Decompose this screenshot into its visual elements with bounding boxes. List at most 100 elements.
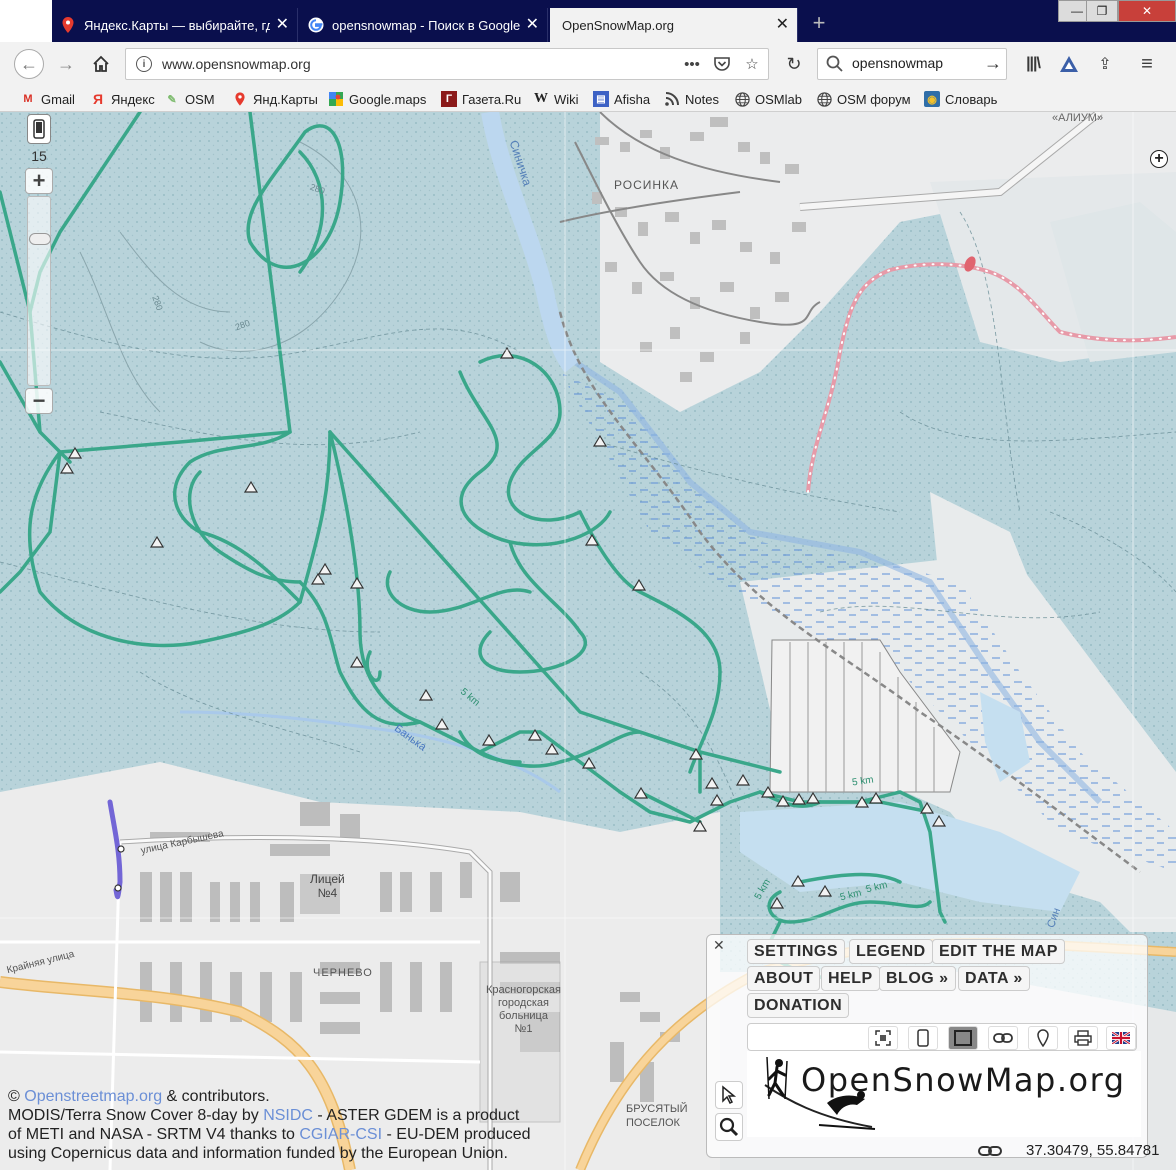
new-tab-button[interactable]: +: [806, 8, 832, 38]
about-button[interactable]: ABOUT: [747, 966, 821, 991]
map-view[interactable]: Синичка РОСИНКА «АЛИУМ» Банька Лицей №4 …: [0, 112, 1176, 1170]
close-tab-icon[interactable]: ✕: [526, 17, 539, 33]
bookmark-gmail[interactable]: M Gmail: [20, 90, 75, 108]
close-tab-icon[interactable]: ✕: [776, 17, 789, 33]
school-label: Лицей №4: [310, 872, 345, 900]
attribution-text: of METI and NASA - SRTM V4 thanks to: [8, 1126, 300, 1143]
tab-google-search[interactable]: opensnowmap - Поиск в Google ✕: [300, 8, 548, 42]
zoom-slider[interactable]: [27, 196, 51, 386]
legend-button[interactable]: LEGEND: [849, 939, 933, 964]
extension-upload-button[interactable]: ⇪: [1092, 50, 1118, 78]
site-info-icon[interactable]: i: [136, 56, 152, 72]
bookmark-label: Янд.Карты: [253, 91, 318, 107]
village-label: РОСИНКА: [614, 178, 680, 192]
zoom-in-button[interactable]: +: [25, 168, 53, 194]
tab-opensnowmap[interactable]: OpenSnowMap.org ✕: [550, 8, 798, 42]
bookmark-osmlab[interactable]: OSMlab: [734, 90, 802, 108]
mobile-button[interactable]: [908, 1026, 938, 1050]
bookmark-google-maps[interactable]: Google.maps: [328, 90, 426, 108]
settings-button[interactable]: SETTINGS: [747, 939, 846, 964]
fullscreen-button[interactable]: [868, 1026, 898, 1050]
back-button[interactable]: ←: [14, 49, 44, 79]
library-icon: |||\: [1026, 55, 1041, 72]
dictionary-icon: ◉: [924, 91, 940, 107]
pocket-icon[interactable]: [712, 54, 732, 74]
bookmark-afisha[interactable]: ▤ Afisha: [593, 90, 650, 108]
triangle-extension-icon: [1060, 56, 1078, 72]
close-tab-icon[interactable]: ✕: [276, 17, 289, 33]
address-bar[interactable]: i www.opensnowmap.org ••• ☆: [125, 48, 769, 80]
nsidc-link[interactable]: NSIDC: [263, 1107, 313, 1124]
hospital-label: Красногорская городская больница №1: [486, 984, 561, 1035]
reload-icon: ↻: [786, 53, 802, 74]
home-button[interactable]: [87, 50, 115, 78]
search-input[interactable]: [852, 55, 972, 71]
reload-button[interactable]: ↻: [780, 50, 808, 78]
navigation-bar: ← → i www.opensnowmap.org ••• ☆ ↻ → |||\…: [0, 42, 1176, 86]
cgiar-link[interactable]: CGIAR-CSI: [299, 1126, 382, 1143]
bookmark-yandex-maps[interactable]: Янд.Карты: [232, 90, 318, 108]
mobile-icon: [917, 1029, 929, 1047]
attribution-text: - EU-DEM produced: [382, 1126, 531, 1143]
zoom-out-button[interactable]: −: [25, 388, 53, 414]
bookmark-label: Afisha: [614, 91, 651, 107]
bookmark-gazeta[interactable]: Г Газета.Ru: [441, 90, 521, 108]
data-button[interactable]: DATA »: [958, 966, 1030, 991]
yandex-icon: Я: [92, 91, 104, 107]
forward-button[interactable]: →: [52, 50, 80, 78]
extension-button[interactable]: [1056, 50, 1082, 78]
mobile-view-button[interactable]: [27, 114, 51, 144]
tab-title: opensnowmap - Поиск в Google: [332, 17, 520, 33]
osm-link[interactable]: Openstreetmap.org: [24, 1088, 162, 1105]
collapse-panel-icon[interactable]: ✕: [713, 937, 725, 954]
library-button[interactable]: |||\: [1020, 50, 1046, 78]
bookmark-dictionary[interactable]: ◉ Словарь: [924, 90, 997, 108]
bookmark-label: Газета.Ru: [462, 91, 522, 107]
tab-strip-lead: [0, 0, 52, 42]
settlement-label: БРУСЯТЫЙ ПОСЕЛОК: [626, 1103, 688, 1129]
language-button[interactable]: [1106, 1026, 1136, 1050]
bookmark-wiki[interactable]: W Wiki: [533, 90, 579, 108]
bookmark-notes[interactable]: Notes: [664, 90, 719, 108]
donation-button[interactable]: DONATION: [747, 993, 850, 1018]
osm-icon: ✎: [167, 93, 177, 106]
page-actions-icon[interactable]: •••: [682, 54, 702, 74]
blog-button[interactable]: BLOG »: [879, 966, 956, 991]
search-bar[interactable]: →: [817, 48, 1007, 80]
search-go-icon[interactable]: →: [984, 53, 1002, 74]
search-tool-button[interactable]: [715, 1113, 743, 1141]
zoom-slider-handle[interactable]: [29, 233, 51, 245]
menu-button[interactable]: ≡: [1134, 50, 1160, 78]
marker-button[interactable]: [1028, 1026, 1058, 1050]
bookmark-label: Wiki: [554, 91, 579, 107]
edit-map-button[interactable]: EDIT THE MAP: [932, 939, 1065, 964]
url-text: www.opensnowmap.org: [162, 56, 311, 72]
bookmarks-toolbar: M Gmail Я Яндекс ✎ OSM Янд.Карты Google.map…: [0, 86, 1176, 112]
attribution-text: & contributors.: [162, 1088, 270, 1105]
bookmark-yandex[interactable]: Я Яндекс: [90, 90, 155, 108]
zoom-level: 15: [31, 148, 47, 164]
globe-icon: [816, 91, 832, 107]
link-icon[interactable]: [978, 1143, 1002, 1159]
frame-button[interactable]: [948, 1026, 978, 1050]
bookmark-star-icon[interactable]: ☆: [742, 54, 762, 74]
google-icon: [308, 17, 324, 33]
tab-yandex-maps[interactable]: Яндекс.Карты — выбирайте, где ✕: [52, 8, 298, 42]
tab-strip: Яндекс.Карты — выбирайте, где ✕ opensnow…: [0, 0, 1176, 42]
opensnowmap-logo[interactable]: OpenSnowMap.org: [747, 1051, 1141, 1137]
arrow-right-icon: →: [57, 53, 75, 74]
bookmark-osm[interactable]: ✎ OSM: [164, 90, 214, 108]
permalink-button[interactable]: [988, 1026, 1018, 1050]
uk-flag-icon: [1112, 1032, 1130, 1044]
select-tool-button[interactable]: [715, 1081, 743, 1109]
layer-switcher-button[interactable]: +: [1150, 150, 1168, 168]
magnifier-icon: [719, 1117, 739, 1137]
attribution-text: - ASTER GDEM is a product: [312, 1107, 520, 1124]
close-window-button[interactable]: ✕: [1118, 0, 1176, 22]
print-button[interactable]: [1068, 1026, 1098, 1050]
gazeta-icon: Г: [441, 91, 457, 107]
help-button[interactable]: HELP: [821, 966, 880, 991]
fullscreen-icon: [875, 1030, 891, 1046]
bookmark-osm-forum[interactable]: OSM форум: [816, 90, 911, 108]
maximize-button[interactable]: ❐: [1086, 0, 1118, 22]
